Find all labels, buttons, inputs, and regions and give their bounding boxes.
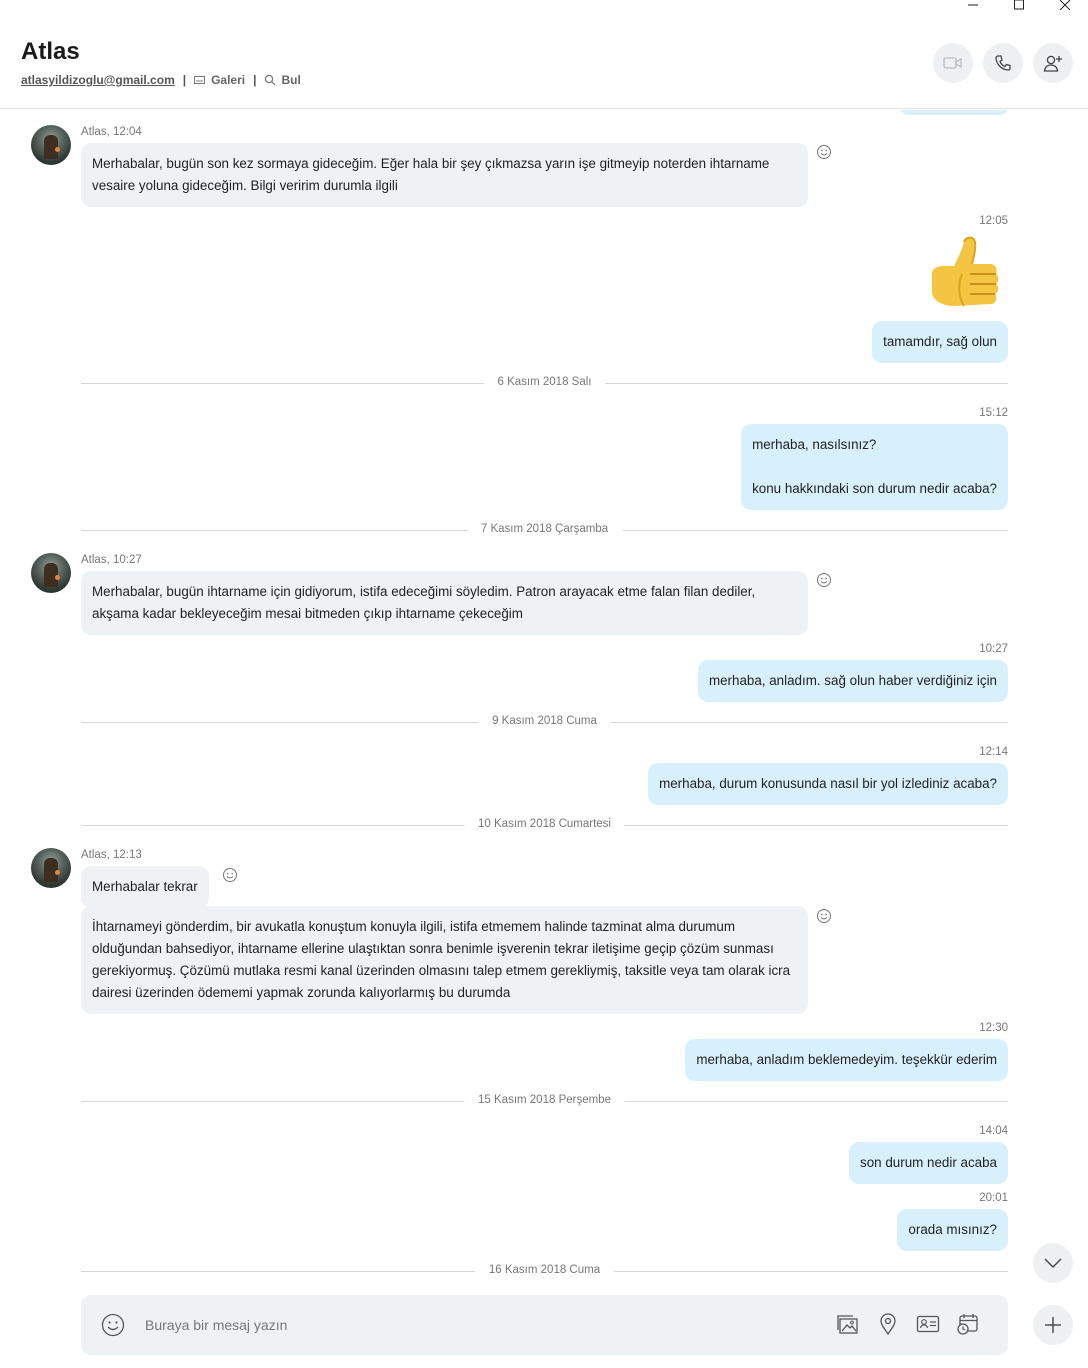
date-divider: 16 Kasım 2018 Cuma xyxy=(81,1264,1008,1278)
date-label: 9 Kasım 2018 Cuma xyxy=(478,715,611,727)
maximize-button[interactable] xyxy=(996,0,1042,12)
schedule-button[interactable] xyxy=(956,1312,980,1336)
date-divider: 9 Kasım 2018 Cuma xyxy=(81,715,1008,729)
emoji-react-icon[interactable] xyxy=(222,867,238,883)
contact-name[interactable]: Atlas xyxy=(21,38,80,66)
message-time: 12:05 xyxy=(979,215,1008,227)
message-list[interactable]: Atlas, 12:04 Merhabalar, bugün son kez s… xyxy=(0,110,1088,1290)
message-meta: Atlas, 12:04 xyxy=(81,126,142,138)
add-people-button[interactable] xyxy=(1033,43,1073,83)
incoming-message[interactable]: Merhabalar, bugün son kez sormaya gidece… xyxy=(81,143,808,207)
video-call-icon xyxy=(943,57,962,69)
date-label: 10 Kasım 2018 Cumartesi xyxy=(464,818,625,830)
date-label: 16 Kasım 2018 Cuma xyxy=(474,1264,615,1276)
date-divider: 10 Kasım 2018 Cumartesi xyxy=(81,818,1008,832)
outgoing-message[interactable]: son durum nedir acaba xyxy=(849,1142,1008,1184)
separator: | xyxy=(253,73,257,87)
avatar[interactable] xyxy=(31,553,71,593)
location-button[interactable] xyxy=(876,1312,900,1336)
contact-card-button[interactable] xyxy=(916,1312,940,1336)
gallery-label: Galeri xyxy=(211,73,246,87)
minimize-icon xyxy=(968,4,978,6)
close-button[interactable] xyxy=(1042,0,1088,12)
emoji-icon[interactable] xyxy=(101,1313,125,1337)
search-icon xyxy=(265,74,276,86)
previous-message-bubble[interactable] xyxy=(900,110,1008,115)
avatar[interactable] xyxy=(31,848,71,888)
minimize-button[interactable] xyxy=(950,0,996,12)
avatar[interactable] xyxy=(31,125,71,165)
outgoing-message[interactable]: orada mısınız? xyxy=(897,1209,1008,1251)
message-time: 15:12 xyxy=(979,407,1008,419)
header-subline: atlasyildizoglu@gmail.com | Galeri | Bul xyxy=(21,73,301,87)
video-call-button[interactable] xyxy=(933,43,973,83)
message-time: 10:27 xyxy=(979,643,1008,655)
more-options-button[interactable] xyxy=(1033,1305,1073,1345)
date-divider: 15 Kasım 2018 Perşembe xyxy=(81,1094,1008,1108)
composer-tools xyxy=(836,1312,980,1336)
outgoing-message[interactable]: merhaba, durum konusunda nasıl bir yol i… xyxy=(648,763,1008,805)
message-time: 12:30 xyxy=(979,1022,1008,1034)
outgoing-message[interactable]: merhaba, anladım. sağ olun haber verdiği… xyxy=(697,660,1008,702)
date-label: 7 Kasım 2018 Çarşamba xyxy=(466,523,623,535)
date-label: 6 Kasım 2018 Salı xyxy=(483,376,606,388)
media-gallery-icon xyxy=(837,1315,858,1334)
conversation-header: Atlas atlasyildizoglu@gmail.com | Galeri… xyxy=(0,20,1088,109)
emoji-react-icon[interactable] xyxy=(816,908,832,924)
chevron-down-icon xyxy=(1044,1258,1062,1268)
outgoing-message[interactable]: tamamdır, sağ olun xyxy=(872,321,1008,363)
emoji-react-icon[interactable] xyxy=(816,144,832,160)
date-label: 15 Kasım 2018 Perşembe xyxy=(464,1094,625,1106)
find-link[interactable]: Bul xyxy=(264,73,301,87)
contact-card-icon xyxy=(916,1315,940,1333)
separator: | xyxy=(182,73,187,87)
incoming-message[interactable]: Merhabalar tekrar xyxy=(81,866,209,908)
maximize-icon xyxy=(1014,0,1024,10)
close-icon xyxy=(1059,0,1071,10)
message-input[interactable]: Buraya bir mesaj yazın xyxy=(145,1317,287,1333)
message-time: 20:01 xyxy=(979,1192,1008,1204)
add-people-icon xyxy=(1043,55,1062,72)
thumbs-up-sticker-icon[interactable] xyxy=(924,234,1000,314)
incoming-message[interactable]: Merhabalar, bugün ihtarname için gidiyor… xyxy=(81,571,808,635)
scroll-to-bottom-button[interactable] xyxy=(1033,1243,1073,1283)
date-divider: 6 Kasım 2018 Salı xyxy=(81,376,1008,390)
schedule-icon xyxy=(957,1314,978,1335)
plus-icon xyxy=(1045,1317,1061,1333)
gallery-icon xyxy=(194,76,206,84)
contact-email-link[interactable]: atlasyildizoglu@gmail.com xyxy=(21,73,175,87)
message-meta: Atlas, 12:13 xyxy=(81,849,142,861)
outgoing-message[interactable]: merhaba, nasılsınız? konu hakkındaki son… xyxy=(741,424,1008,510)
emoji-react-icon[interactable] xyxy=(816,572,832,588)
find-label: Bul xyxy=(281,73,301,87)
message-meta: Atlas, 10:27 xyxy=(81,554,142,566)
outgoing-message[interactable]: merhaba, anladım beklemedeyim. teşekkür … xyxy=(685,1039,1008,1081)
audio-call-button[interactable] xyxy=(983,43,1023,83)
date-divider: 7 Kasım 2018 Çarşamba xyxy=(81,523,1008,537)
message-composer[interactable]: Buraya bir mesaj yazın xyxy=(81,1295,1008,1355)
message-time: 12:14 xyxy=(979,746,1008,758)
location-icon xyxy=(880,1313,896,1336)
gallery-link[interactable]: Galeri xyxy=(194,73,245,87)
incoming-message[interactable]: İhtarnameyi gönderdim, bir avukatla konu… xyxy=(81,906,808,1014)
audio-call-icon xyxy=(995,55,1011,71)
window-controls xyxy=(950,0,1088,12)
message-time: 14:04 xyxy=(979,1125,1008,1137)
media-gallery-button[interactable] xyxy=(836,1312,860,1336)
